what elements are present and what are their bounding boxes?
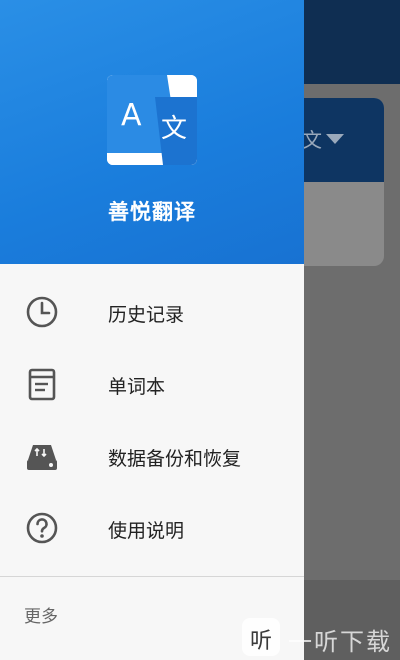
background-translate-card: 文 — [292, 98, 384, 266]
menu-item-history[interactable]: 历史记录 — [0, 280, 304, 344]
divider — [0, 576, 304, 577]
watermark-badge: 听 — [242, 618, 280, 656]
clock-icon — [24, 294, 60, 330]
help-icon — [24, 510, 60, 546]
notebook-icon — [24, 366, 60, 402]
menu-item-label: 单词本 — [108, 376, 166, 398]
menu-item-label: 数据备份和恢复 — [108, 448, 242, 470]
app-title: 善悦翻译 — [108, 200, 196, 224]
chevron-down-icon — [326, 134, 344, 144]
menu-item-wordbook[interactable]: 单词本 — [0, 352, 304, 416]
menu-item-backup-restore[interactable]: 数据备份和恢复 — [0, 424, 304, 488]
more-section-label[interactable]: 更多 — [24, 602, 58, 627]
svg-text:文: 文 — [161, 114, 187, 144]
background-language-label: 文 — [302, 128, 322, 152]
menu-item-instructions[interactable]: 使用说明 — [0, 496, 304, 560]
watermark-text: 一听下载 — [288, 628, 392, 656]
drawer-header: A 文 善悦翻译 — [0, 0, 304, 264]
translate-icon: A 文 — [107, 75, 197, 165]
navigation-drawer: A 文 善悦翻译 历史记录 单词本 数据备份和恢复 使用说明 更多 — [0, 0, 304, 660]
menu-item-label: 历史记录 — [108, 304, 185, 326]
watermark-badge-text: 听 — [249, 629, 272, 654]
svg-text:A: A — [121, 98, 142, 133]
storage-drive-icon — [24, 438, 60, 474]
watermark: 听 一听下载 — [240, 616, 400, 660]
menu-item-label: 使用说明 — [108, 520, 185, 542]
background-card-header: 文 — [292, 98, 384, 182]
